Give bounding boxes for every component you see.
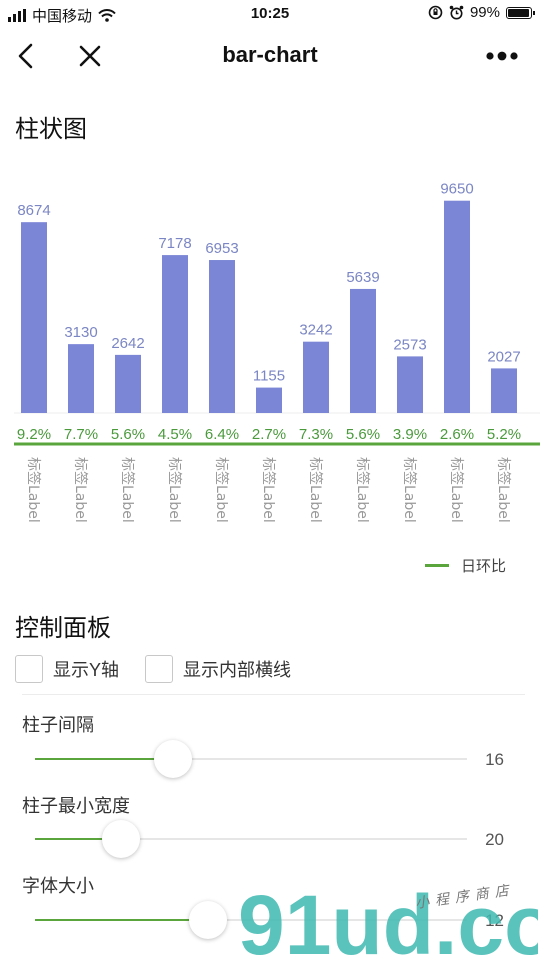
bar-min-width-value: 20: [485, 830, 504, 849]
checkbox-box[interactable]: [145, 655, 174, 683]
bar-gap-value: 16: [485, 750, 504, 769]
bar: [350, 288, 376, 413]
line-value-label: 4.5%: [158, 426, 192, 443]
page-title: bar-chart: [222, 42, 318, 67]
line-value-label: 5.2%: [487, 426, 521, 443]
line-value-label: 6.4%: [205, 426, 239, 443]
line-value-label: 7.7%: [64, 426, 98, 443]
bar-value-label: 6953: [205, 240, 238, 257]
bar-min-width-slider[interactable]: [35, 819, 467, 859]
bar: [21, 222, 47, 413]
nav-bar: bar-chart: [0, 28, 540, 84]
show-y-axis-checkbox[interactable]: 显示Y轴: [15, 655, 119, 683]
legend-line-swatch: [424, 564, 449, 567]
bar: [491, 368, 517, 413]
bar-value-label: 1155: [253, 368, 285, 385]
line-value-label: 2.6%: [440, 426, 474, 443]
bar-value-label: 2573: [393, 336, 426, 353]
line-value-label: 5.6%: [346, 426, 380, 443]
bar-value-label: 8674: [17, 202, 50, 219]
category-label: 标签Label: [448, 457, 465, 523]
bar-value-label: 3130: [64, 324, 97, 341]
bar-chart: 8674 9.2% 标签Label 3130 7.7% 标签Label 2642 5.6% 标签…: [14, 181, 540, 523]
checkbox-label: 显示内部横线: [183, 660, 292, 680]
category-label: 标签Label: [495, 457, 512, 523]
status-bar: 中国移动 10:25 99%: [0, 0, 540, 28]
slider-thumb[interactable]: [188, 901, 227, 939]
more-button[interactable]: [484, 38, 520, 74]
bar-value-label: 5639: [346, 269, 379, 286]
font-size-label: 字体大小: [22, 876, 94, 896]
bar-min-width-label: 柱子最小宽度: [22, 796, 130, 816]
font-size-slider[interactable]: [35, 900, 467, 940]
category-label: 标签Label: [307, 457, 324, 523]
category-label: 标签Label: [213, 457, 230, 523]
checkbox-label: 显示Y轴: [53, 660, 120, 680]
category-label: 标签Label: [72, 457, 89, 523]
control-panel-title: 控制面板: [15, 615, 111, 642]
line-value-label: 7.3%: [299, 426, 333, 443]
font-size-value: 12: [485, 911, 504, 930]
bar: [115, 354, 141, 413]
bar: [444, 200, 470, 413]
bar: [397, 356, 423, 413]
alarm-icon: [449, 5, 464, 20]
chart-legend: 日环比: [424, 555, 506, 576]
category-label: 标签Label: [25, 457, 42, 523]
line-value-label: 9.2%: [17, 426, 51, 443]
slider-active-track: [35, 758, 174, 760]
bar: [256, 387, 282, 413]
bar-value-label: 7178: [158, 235, 191, 252]
slider-thumb[interactable]: [102, 820, 141, 858]
panel-divider: [22, 694, 525, 695]
bar-value-label: 2642: [111, 335, 144, 352]
battery-fill: [508, 8, 529, 17]
line-value-label: 5.6%: [111, 426, 145, 443]
slider-active-track: [35, 919, 208, 921]
legend-label: 日环比: [460, 558, 506, 575]
chart-section-title: 柱状图: [15, 116, 87, 143]
bar: [162, 255, 188, 413]
bar: [209, 260, 235, 413]
orientation-lock-icon: [428, 5, 443, 20]
line-value-label: 3.9%: [393, 426, 427, 443]
checkbox-box[interactable]: [15, 655, 43, 683]
bar-value-label: 9650: [440, 181, 473, 198]
bar: [303, 341, 329, 413]
category-label: 标签Label: [119, 457, 136, 523]
battery-icon: [506, 6, 535, 19]
bar-value-label: 3242: [299, 322, 332, 339]
show-inner-lines-checkbox[interactable]: 显示内部横线: [145, 655, 291, 683]
bar-gap-slider[interactable]: [35, 739, 467, 779]
bar-value-label: 2027: [487, 348, 520, 365]
battery-percent: 99%: [469, 4, 500, 21]
category-label: 标签Label: [401, 457, 418, 523]
bar-gap-label: 柱子间隔: [22, 715, 94, 735]
more-icon: [486, 51, 518, 61]
bar: [68, 344, 94, 413]
slider-thumb[interactable]: [154, 740, 193, 778]
line-value-label: 2.7%: [252, 426, 286, 443]
category-label: 标签Label: [260, 457, 277, 523]
category-label: 标签Label: [166, 457, 183, 523]
status-right: 99%: [428, 4, 535, 21]
category-label: 标签Label: [354, 457, 371, 523]
checkbox-row: 显示Y轴 显示内部横线: [15, 655, 317, 683]
